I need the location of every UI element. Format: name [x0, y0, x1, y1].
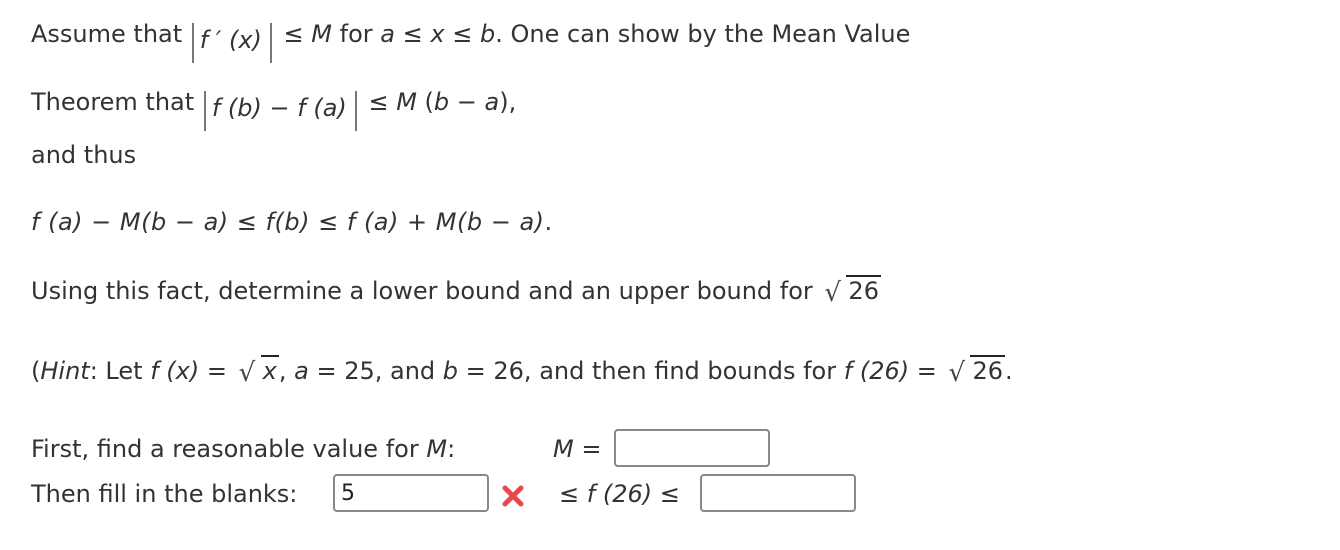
m-times-b-minus-a: M(b − a)	[119, 208, 229, 236]
f-of-x: f (x)	[150, 357, 200, 385]
incorrect-x-icon	[502, 485, 524, 507]
inequality-line: f (a) − M(b − a) ≤ f(b) ≤ f (a) + M(b − …	[31, 206, 553, 238]
mvt-line: Theorem that f (b) − f (a) ≤ M (b − a),	[31, 86, 516, 131]
sqrt-x: √ x	[238, 355, 279, 388]
var-M: M	[553, 435, 574, 463]
period: .	[544, 208, 553, 236]
le-symbol: ≤	[452, 20, 473, 48]
minus: −	[456, 88, 477, 116]
for-word: for	[339, 20, 373, 48]
var-M: M	[311, 20, 332, 48]
radical-icon: √	[948, 358, 966, 388]
paren-open: (	[31, 357, 41, 385]
hint-let: : Let	[89, 357, 143, 385]
var-x: x	[430, 20, 445, 48]
var-a: a	[380, 20, 395, 48]
f-prime-x: f ′ (x)	[199, 26, 262, 54]
task-line: Using this fact, determine a lower bound…	[31, 275, 881, 308]
minus: −	[269, 94, 290, 122]
m-label: M =	[553, 433, 601, 465]
equals: =	[581, 435, 602, 463]
m-value-input[interactable]	[614, 429, 770, 467]
task-text: Using this fact, determine a lower bound…	[31, 277, 813, 305]
paren-open: (	[424, 88, 434, 116]
radical-icon: √	[238, 358, 256, 388]
var-b: b	[442, 357, 459, 385]
var-M: M	[396, 88, 417, 116]
premise-line: Assume that f ′ (x) ≤ M for a ≤ x ≤ b. O…	[31, 18, 910, 63]
period: .	[1005, 357, 1013, 385]
m-prompt: First, find a reasonable value for M:	[31, 433, 455, 465]
le-symbol: ≤	[283, 20, 304, 48]
upper-bound-input[interactable]	[700, 474, 856, 512]
m-prompt-text: First, find a reasonable value for	[31, 435, 419, 463]
plus: +	[407, 208, 428, 236]
a-equals: = 25, and	[316, 357, 436, 385]
var-a: a	[484, 88, 500, 116]
mvt-prefix: Theorem that	[31, 88, 195, 116]
colon: :	[447, 435, 456, 463]
fill-prompt: Then fill in the blanks:	[31, 480, 298, 508]
le-symbol: ≤	[368, 88, 389, 116]
premise-prefix: Assume that	[31, 20, 183, 48]
le-symbol: ≤	[236, 208, 258, 236]
le-symbol: ≤	[559, 480, 580, 508]
equals: =	[206, 357, 227, 385]
f-of-a: f (a)	[31, 208, 84, 236]
f-of-a: f (a)	[346, 208, 399, 236]
f-of-26: f (26)	[586, 480, 653, 508]
minus: −	[91, 208, 112, 236]
f-of-26: f (26)	[843, 357, 910, 385]
le-symbol: ≤	[318, 208, 339, 236]
comma: ,	[278, 357, 287, 385]
radicand: 26	[846, 275, 881, 305]
f-of-b: f(b)	[265, 208, 310, 236]
paren-b: (b)	[227, 94, 262, 122]
premise-rest: . One can show by the Mean Value	[495, 20, 911, 48]
abs-difference: f (b) − f (a)	[203, 91, 357, 131]
hint-word: Hint	[40, 357, 90, 385]
m-times-b-minus-a: M(b − a)	[435, 208, 545, 236]
f: f	[297, 94, 306, 122]
var-M: M	[426, 435, 448, 463]
bound-middle: ≤ f (26) ≤	[559, 478, 680, 510]
lower-bound-input[interactable]	[333, 474, 489, 512]
paren-a: (a)	[313, 94, 347, 122]
radicand: 26	[970, 355, 1006, 385]
radical-icon: √	[824, 278, 841, 308]
le-symbol: ≤	[402, 20, 423, 48]
equals: =	[916, 357, 937, 385]
b-equals: = 26, and then find bounds for	[465, 357, 837, 385]
le-symbol: ≤	[659, 480, 680, 508]
sqrt-26: √ 26	[948, 355, 1006, 388]
and-thus-text: and thus	[31, 141, 137, 169]
var-a: a	[294, 357, 309, 385]
radicand: x	[260, 355, 279, 385]
abs-f-prime-x: f ′ (x)	[191, 23, 272, 63]
hint-line: (Hint: Let f (x) = √ x, a = 25, and b = 2…	[31, 355, 1013, 388]
sqrt-26: √ 26	[824, 275, 881, 308]
var-b: b	[433, 88, 450, 116]
var-b: b	[479, 20, 496, 48]
paren-close: ),	[499, 88, 517, 116]
f: f	[211, 94, 221, 122]
